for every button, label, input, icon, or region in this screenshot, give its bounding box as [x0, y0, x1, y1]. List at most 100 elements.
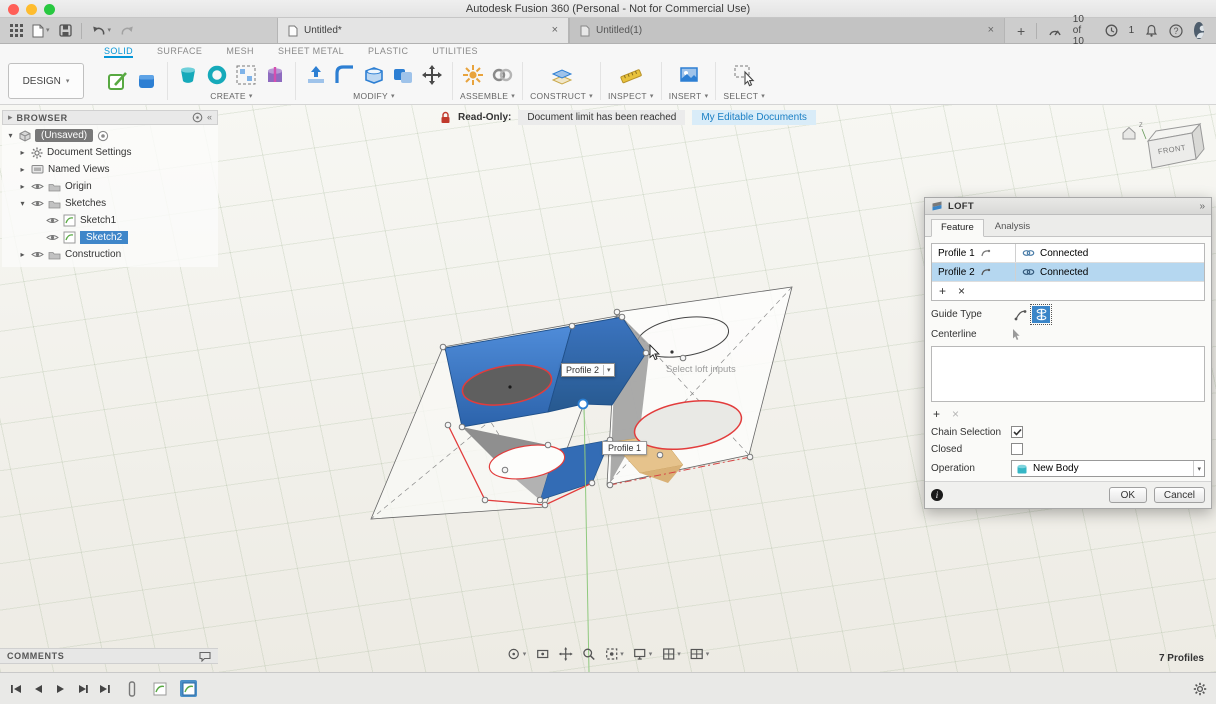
browser-item-document-settings[interactable]: ▸ Document Settings [2, 144, 218, 161]
modify-menu[interactable]: MODIFY ▾ [353, 91, 395, 101]
new-document-plus-icon[interactable]: + [1017, 23, 1025, 39]
app-grid-menu-icon[interactable] [10, 24, 23, 37]
visibility-eye-icon[interactable] [31, 199, 44, 208]
timeline-go-to-end-button[interactable] [97, 682, 111, 696]
user-avatar[interactable] [1194, 22, 1204, 39]
undo-icon[interactable]: ▾ [91, 24, 112, 37]
browser-item-unsaved[interactable]: ▾ (Unsaved) [2, 127, 218, 144]
loft-tool-icon[interactable] [175, 62, 201, 88]
notifications-bell-icon[interactable] [1145, 24, 1158, 37]
press-pull-icon[interactable] [303, 62, 329, 88]
chain-selection-checkbox[interactable] [1011, 426, 1023, 438]
assemble-menu[interactable]: ASSEMBLE ▾ [460, 91, 515, 101]
construction-plane-icon[interactable] [549, 62, 575, 88]
visibility-eye-icon[interactable] [46, 233, 59, 242]
timeline-playhead-marker[interactable] [125, 682, 139, 696]
operation-dropdown[interactable]: New Body ▾ [1011, 460, 1205, 477]
expand-arrow-icon[interactable]: ▸ [18, 182, 27, 191]
tab-close-icon[interactable]: × [988, 25, 994, 36]
minimize-window-button[interactable] [26, 4, 37, 15]
move-copy-icon[interactable] [419, 62, 445, 88]
closed-checkbox[interactable] [1011, 443, 1023, 455]
orbit-icon[interactable]: ▾ [507, 647, 527, 661]
browser-pin-icon[interactable] [192, 112, 203, 123]
timeline-feature-sketch2[interactable] [180, 680, 197, 697]
tab-untitled[interactable]: Untitled* × [277, 18, 569, 43]
ribbon-tab-plastic[interactable]: PLASTIC [368, 47, 408, 58]
design-workspace-button[interactable]: DESIGN ▾ [8, 63, 84, 99]
expand-arrow-icon[interactable]: ▾ [6, 131, 15, 140]
profile1-label[interactable]: Profile 1 [602, 441, 647, 455]
redo-icon[interactable] [120, 24, 135, 37]
joint-icon[interactable] [460, 62, 486, 88]
select-tool-icon[interactable] [731, 62, 757, 88]
select-cursor-icon[interactable] [1011, 328, 1021, 341]
viewports-icon[interactable]: ▾ [690, 647, 710, 661]
insert-canvas-icon[interactable] [676, 62, 702, 88]
construct-menu[interactable]: CONSTRUCT ▾ [530, 91, 593, 101]
viewport-canvas[interactable]: Read-Only: Document limit has been reach… [0, 105, 1216, 672]
expand-arrow-icon[interactable]: ▾ [18, 199, 27, 208]
browser-collapse-arrow-icon[interactable]: ▸ [8, 113, 13, 122]
pan-icon[interactable] [558, 647, 572, 661]
loft-dialog-header[interactable]: LOFT » [925, 198, 1211, 215]
create-menu[interactable]: CREATE ▾ [210, 91, 252, 101]
browser-item-sketch2[interactable]: Sketch2 [2, 229, 218, 246]
remove-rail-button[interactable]: × [952, 407, 959, 421]
ribbon-tab-mesh[interactable]: MESH [226, 47, 254, 58]
save-icon[interactable] [59, 24, 72, 37]
comments-bar[interactable]: COMMENTS [0, 648, 218, 664]
profile2-flyout[interactable]: Profile 2 ▾ [561, 363, 615, 377]
fillet-icon[interactable] [332, 62, 358, 88]
revolve-tool-icon[interactable] [204, 62, 230, 88]
tab-close-icon[interactable]: × [552, 25, 558, 36]
ribbon-tab-solid[interactable]: SOLID [104, 47, 133, 58]
browser-item-named-views[interactable]: ▸ Named Views [2, 161, 218, 178]
editable-documents-link[interactable]: My Editable Documents [692, 110, 816, 125]
visibility-eye-icon[interactable] [31, 182, 44, 191]
info-icon[interactable]: i [931, 489, 943, 501]
browser-hide-chevrons-icon[interactable]: « [207, 113, 212, 122]
guide-type-rails-button[interactable] [1011, 306, 1029, 323]
viewcube-home-icon[interactable] [1123, 128, 1135, 140]
combine-icon[interactable] [390, 62, 416, 88]
remove-profile-button[interactable]: × [958, 284, 965, 298]
tab-feature[interactable]: Feature [931, 219, 984, 237]
visibility-eye-icon[interactable] [46, 216, 59, 225]
profile-row-2[interactable]: Profile 2 Connected [932, 263, 1204, 282]
display-settings-icon[interactable]: ▾ [633, 647, 653, 661]
expand-arrow-icon[interactable]: ▸ [18, 165, 27, 174]
visibility-eye-icon[interactable] [31, 250, 44, 259]
document-limit-gauge-icon[interactable] [1048, 25, 1062, 37]
create-form-icon[interactable] [134, 68, 160, 94]
rails-selection-box[interactable] [931, 346, 1205, 402]
browser-header[interactable]: ▸ BROWSER « [2, 110, 218, 125]
activate-radio-icon[interactable] [97, 130, 109, 142]
cancel-button[interactable]: Cancel [1154, 487, 1205, 503]
shell-icon[interactable] [361, 62, 387, 88]
expand-arrow-icon[interactable]: ▸ [18, 148, 27, 157]
pattern-tool-icon[interactable] [233, 62, 259, 88]
ribbon-tab-sheet-metal[interactable]: SHEET METAL [278, 47, 344, 58]
timeline-feature-sketch1[interactable] [151, 680, 168, 697]
timeline-step-forward-button[interactable] [75, 682, 89, 696]
expand-arrow-icon[interactable]: ▸ [18, 250, 27, 259]
ribbon-tab-utilities[interactable]: UTILITIES [432, 47, 478, 58]
select-menu[interactable]: SELECT ▾ [723, 91, 765, 101]
help-icon[interactable]: ? [1169, 24, 1183, 38]
insert-menu[interactable]: INSERT ▾ [669, 91, 709, 101]
zoom-window-button[interactable] [44, 4, 55, 15]
ribbon-tab-surface[interactable]: SURFACE [157, 47, 202, 58]
create-sketch-icon[interactable] [105, 68, 131, 94]
timeline-settings-gear-icon[interactable] [1193, 682, 1207, 696]
add-rail-button[interactable]: + [933, 407, 940, 421]
grid-settings-icon[interactable]: ▾ [661, 647, 681, 661]
look-at-icon[interactable] [535, 647, 549, 661]
file-menu-icon[interactable]: ▾ [32, 24, 50, 38]
viewcube[interactable]: FRONT Z [1120, 119, 1210, 185]
profile2-flyout-caret-icon[interactable]: ▾ [603, 365, 614, 375]
zoom-icon[interactable] [581, 647, 595, 661]
fit-view-icon[interactable]: ▾ [604, 647, 624, 661]
dialog-detach-chevrons-icon[interactable]: » [1199, 201, 1205, 212]
close-window-button[interactable] [8, 4, 19, 15]
